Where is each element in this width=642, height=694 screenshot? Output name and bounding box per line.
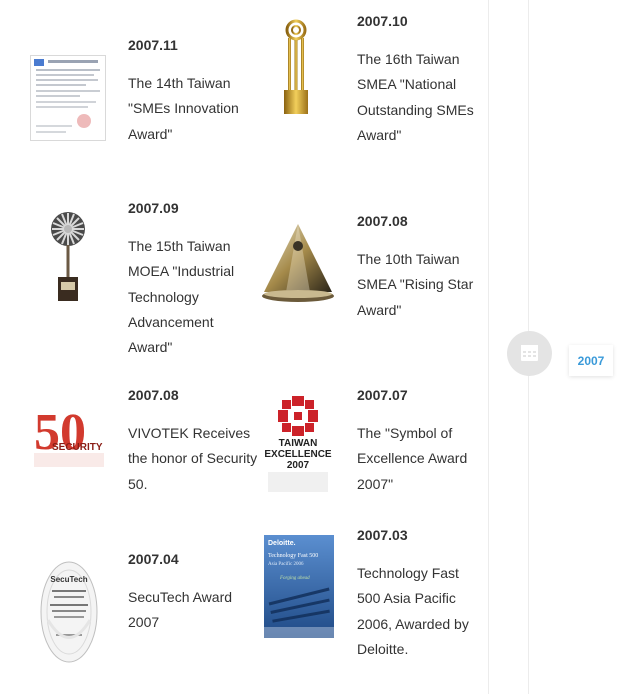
security50-word: SECURITY	[52, 442, 103, 453]
award-image-deloitte: Deloitte. Technology Fast 500 Asia Pacif…	[264, 535, 334, 638]
award-text: The 10th Taiwan SMEA "Rising Star Award"	[357, 251, 474, 318]
award-text: The 16th Taiwan SMEA "National Outstandi…	[357, 51, 474, 143]
secutech-brand: SecuTech	[50, 575, 87, 584]
award-image-gold-trophy	[278, 18, 314, 116]
award-date: 2007.11	[128, 37, 178, 53]
award-text: The 14th Taiwan "SMEs Innovation Award"	[128, 75, 239, 142]
gold-trophy-icon	[284, 19, 308, 114]
award-date: 2007.09	[128, 200, 179, 216]
award-date: 2007.07	[357, 387, 408, 403]
award-text: SecuTech Award 2007	[128, 589, 233, 631]
award-image-certificate	[30, 55, 106, 141]
award-item: 2007.10 The 16th Taiwan SMEA "National O…	[357, 13, 477, 148]
crystal-award-icon: SecuTech	[40, 561, 98, 663]
excellence-line2: EXCELLENCE	[264, 449, 332, 460]
deloitte-tagline: Forging ahead	[279, 576, 310, 581]
deloitte-book-icon: Deloitte. Technology Fast 500 Asia Pacif…	[264, 535, 334, 638]
deloitte-subtitle: Asia Pacific 2006	[268, 562, 304, 567]
award-item: 2007.07 The "Symbol of Excellence Award …	[357, 387, 482, 497]
award-item: 2007.08 VIVOTEK Receives the honor of Se…	[128, 387, 258, 497]
column-divider-left	[488, 0, 489, 694]
taiwan-excellence-logo: TAIWAN EXCELLENCE 2007	[264, 396, 332, 492]
award-image-rising-star	[258, 220, 338, 304]
award-text: VIVOTEK Receives the honor of Security 5…	[128, 425, 258, 492]
award-date: 2007.03	[357, 527, 408, 543]
award-date: 2007.04	[128, 551, 179, 567]
award-date: 2007.10	[357, 13, 408, 29]
award-item: 2007.03 Technology Fast 500 Asia Pacific…	[357, 527, 482, 662]
award-image-secutech-crystal: SecuTech	[38, 560, 100, 664]
award-text: Technology Fast 500 Asia Pacific 2006, A…	[357, 565, 469, 657]
security50-logo: 50 SECURITY	[34, 404, 104, 467]
award-date: 2007.08	[357, 213, 408, 229]
deloitte-brand: Deloitte.	[268, 540, 296, 547]
award-item: 2007.08 The 10th Taiwan SMEA "Rising Sta…	[357, 213, 477, 323]
award-text: The 15th Taiwan MOEA "Industrial Technol…	[128, 238, 235, 356]
timeline-dot[interactable]	[507, 331, 552, 376]
excellence-year: 2007	[287, 460, 310, 471]
award-item: 2007.04 SecuTech Award 2007	[128, 551, 253, 636]
award-text: The "Symbol of Excellence Award 2007"	[357, 425, 468, 492]
certificate-icon	[30, 55, 106, 141]
excellence-line1: TAIWAN	[279, 438, 318, 449]
award-image-security50: 50 SECURITY	[32, 404, 107, 470]
award-image-taiwan-excellence: TAIWAN EXCELLENCE 2007	[262, 394, 334, 494]
rising-star-trophy-icon	[262, 224, 334, 302]
award-date: 2007.08	[128, 387, 179, 403]
deloitte-title: Technology Fast 500	[268, 553, 318, 559]
timeline-year-label[interactable]: 2007	[569, 345, 613, 376]
award-item: 2007.11 The 14th Taiwan "SMEs Innovation…	[128, 37, 253, 147]
award-item: 2007.09 The 15th Taiwan MOEA "Industrial…	[30, 200, 255, 360]
calendar-icon	[521, 345, 538, 361]
